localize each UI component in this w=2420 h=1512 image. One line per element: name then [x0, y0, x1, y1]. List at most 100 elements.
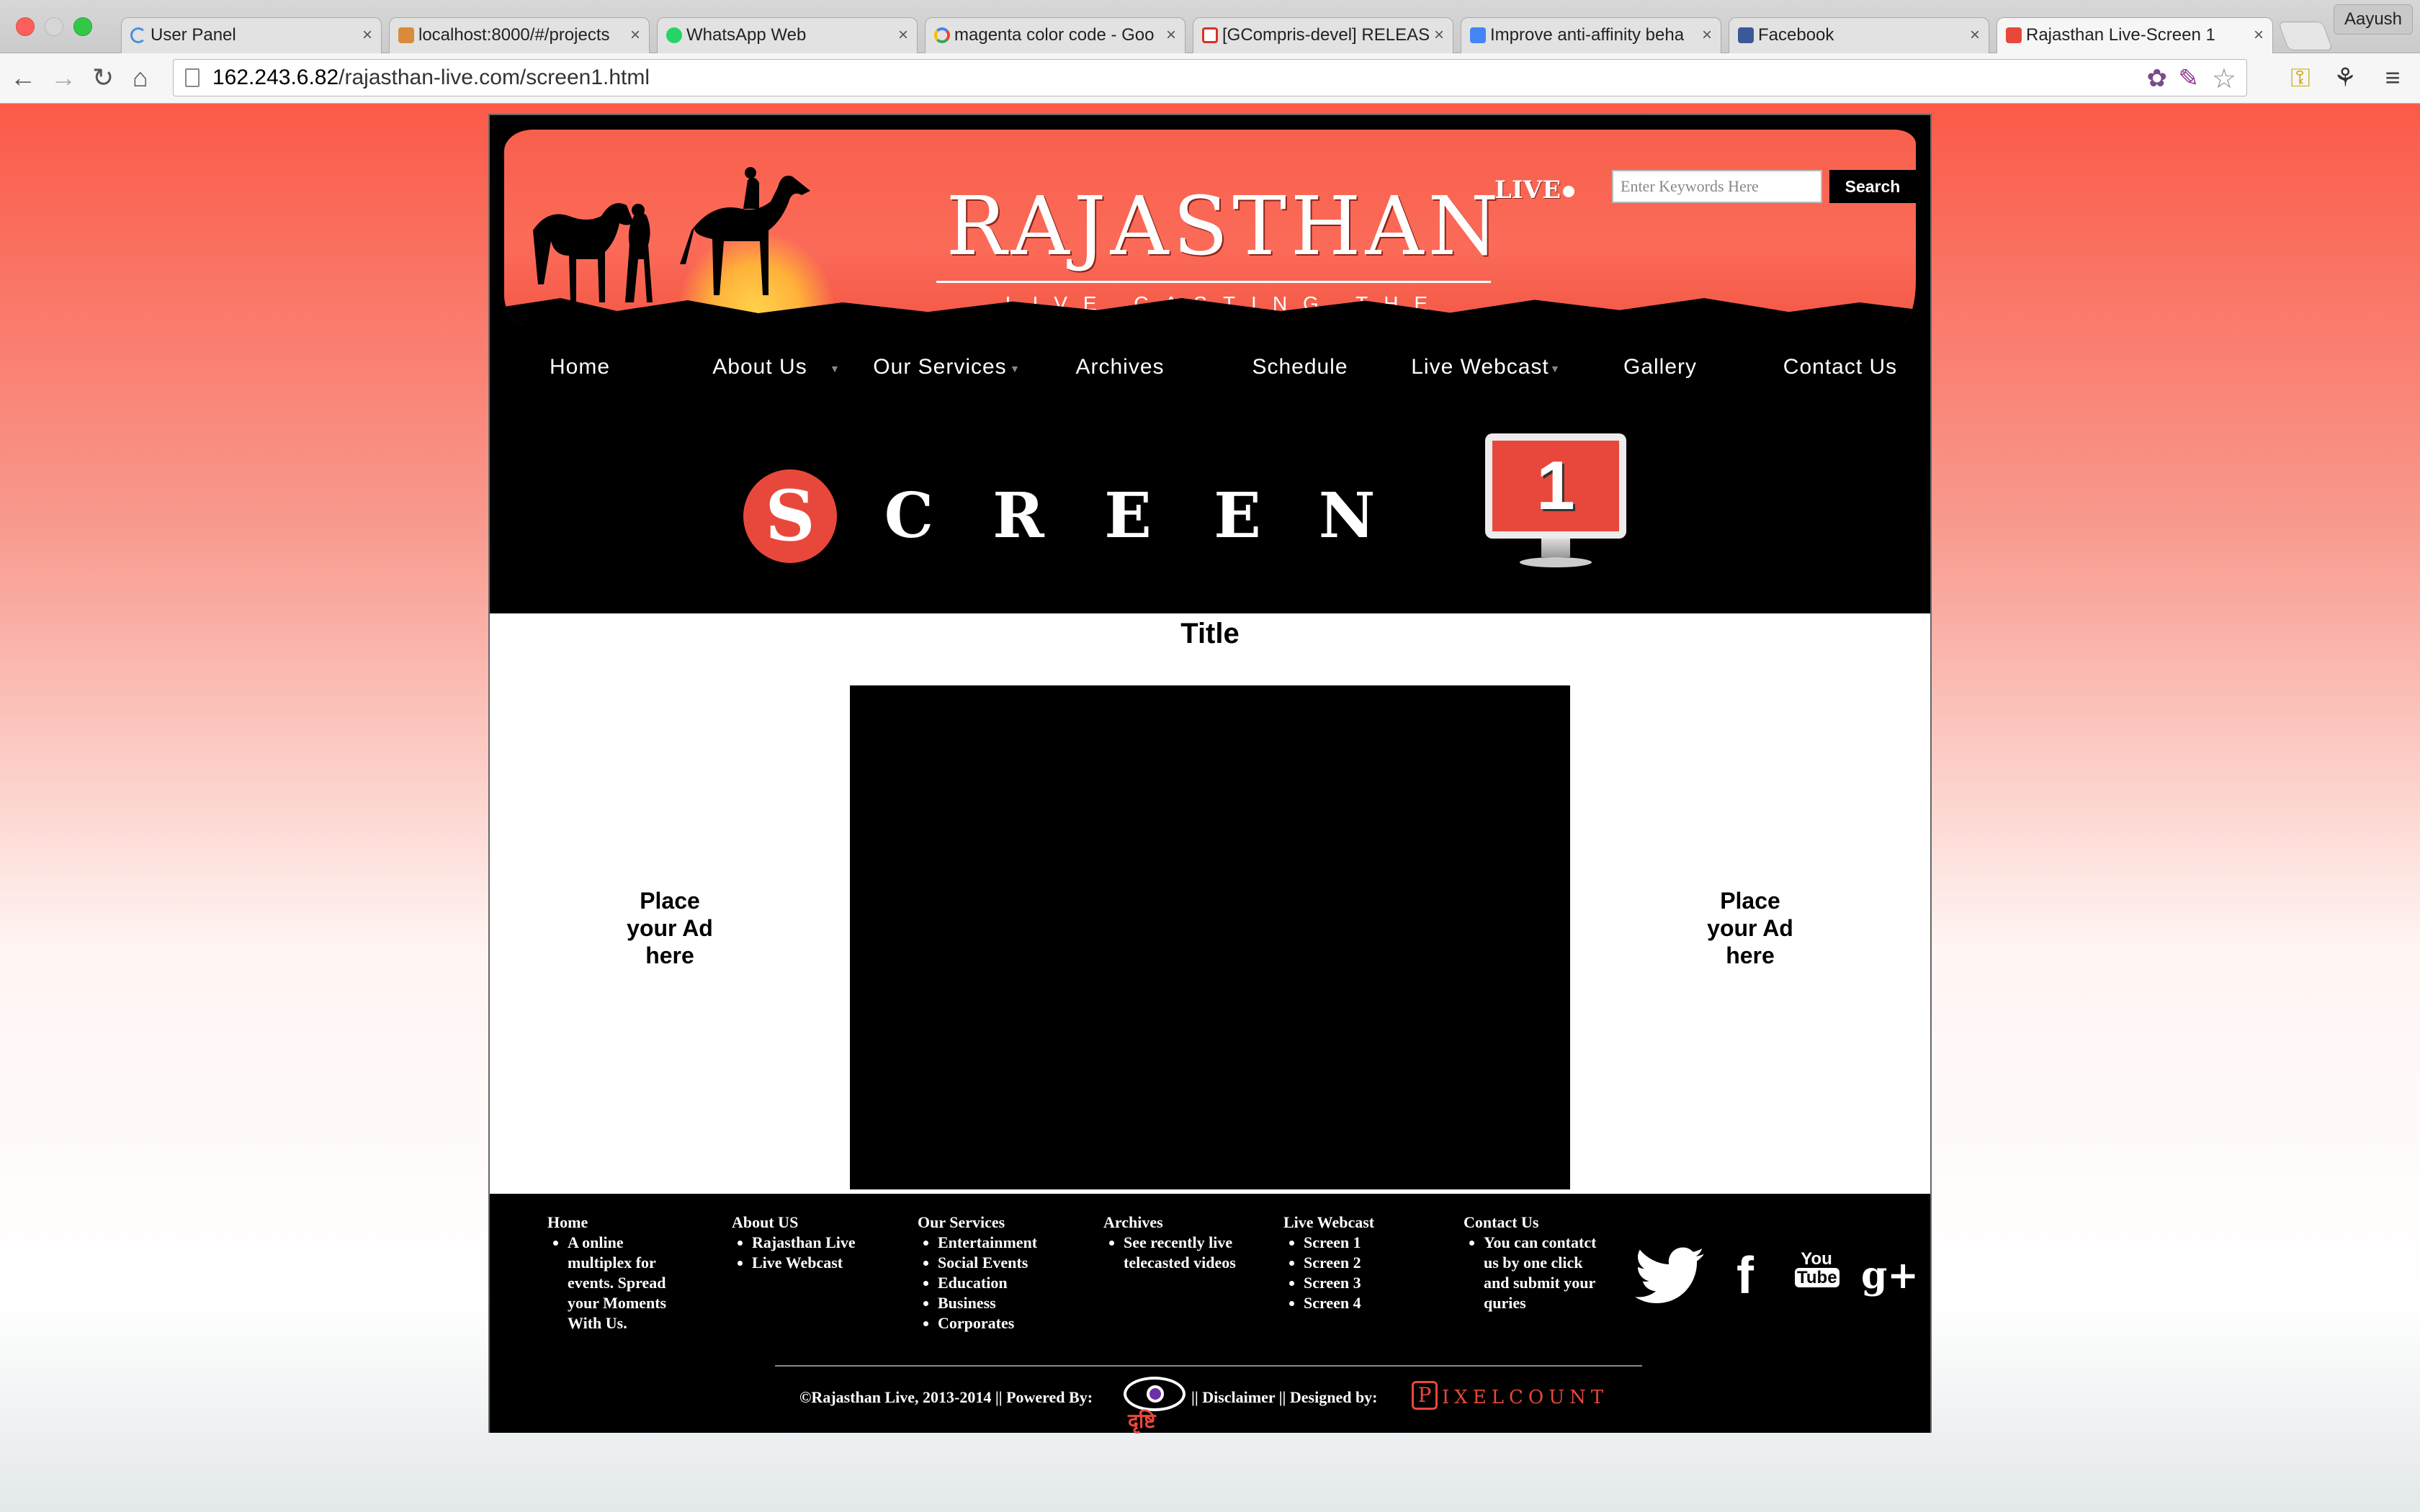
- screen-letter: R: [992, 480, 1044, 552]
- eye-icon: [1124, 1377, 1186, 1411]
- new-tab-button[interactable]: [2277, 22, 2334, 50]
- footer-link[interactable]: Corporates: [938, 1313, 1062, 1333]
- close-icon[interactable]: ×: [630, 18, 640, 53]
- url-path: /rajasthan-live.com/screen1.html: [339, 66, 650, 89]
- close-icon[interactable]: ×: [2254, 18, 2264, 53]
- footer-divider: [775, 1365, 1642, 1367]
- monitor-stand: [1541, 539, 1570, 557]
- footer-heading[interactable]: Our Services: [918, 1213, 1005, 1231]
- screen-letter: E: [1104, 480, 1152, 552]
- nav-live-webcast[interactable]: Live Webcast: [1390, 338, 1570, 396]
- nav-home[interactable]: Home: [490, 338, 670, 396]
- ad-slot-right[interactable]: Place your Ad here: [1700, 887, 1801, 969]
- nav-contact-us[interactable]: Contact Us: [1750, 338, 1930, 396]
- twitter-icon[interactable]: [1635, 1246, 1704, 1306]
- tab-google-search[interactable]: magenta color code - Goo ×: [925, 17, 1186, 53]
- footer-item: A online multiplex for events. Spread yo…: [568, 1233, 670, 1333]
- back-arrow-icon[interactable]: ←: [10, 62, 36, 94]
- close-icon[interactable]: ×: [1166, 18, 1176, 53]
- footer-heading[interactable]: Archives: [1103, 1213, 1163, 1231]
- youtube-icon[interactable]: You Tube: [1795, 1249, 1839, 1287]
- footer-col-webcast: Live Webcast Screen 1 Screen 2 Screen 3 …: [1283, 1212, 1428, 1313]
- search-input[interactable]: [1612, 170, 1822, 203]
- footer-heading[interactable]: About US: [732, 1213, 798, 1231]
- star-icon[interactable]: ☆: [2212, 63, 2236, 95]
- footer-link[interactable]: Business: [938, 1293, 1062, 1313]
- address-bar[interactable]: 162.243.6.82/rajasthan-live.com/screen1.…: [173, 59, 2247, 96]
- close-icon[interactable]: ×: [1434, 18, 1444, 53]
- footer-link[interactable]: Screen 1: [1304, 1233, 1428, 1253]
- tab-google-docs[interactable]: Improve anti-affinity beha ×: [1461, 17, 1721, 53]
- facebook-icon[interactable]: f: [1727, 1246, 1763, 1306]
- menu-icon[interactable]: ≡: [2378, 63, 2407, 92]
- youtube-you-label: You: [1801, 1249, 1832, 1269]
- chevron-down-icon: ▼: [830, 363, 840, 374]
- home-icon[interactable]: ⌂: [133, 62, 148, 94]
- profile-button[interactable]: Aayush: [2334, 4, 2413, 35]
- facebook-icon: [1738, 27, 1754, 43]
- tab-title: magenta color code - Goo: [954, 25, 1155, 45]
- tab-whatsapp[interactable]: WhatsApp Web ×: [657, 17, 918, 53]
- youtube-tube-label: Tube: [1795, 1268, 1839, 1287]
- footer-heading[interactable]: Live Webcast: [1283, 1213, 1374, 1231]
- footer-heading[interactable]: Contact Us: [1464, 1213, 1539, 1231]
- nav-about-us[interactable]: About Us: [670, 338, 850, 396]
- docs-icon: [1470, 27, 1486, 43]
- video-player[interactable]: [850, 685, 1570, 1189]
- url-text: 162.243.6.82/rajasthan-live.com/screen1.…: [212, 60, 650, 96]
- close-window-button[interactable]: [16, 17, 35, 36]
- reload-icon[interactable]: ↻: [92, 62, 114, 94]
- footer-col-archives: Archives See recently live telecasted vi…: [1103, 1212, 1240, 1273]
- search-button[interactable]: Search: [1829, 170, 1916, 203]
- nav-archives[interactable]: Archives: [1030, 338, 1210, 396]
- footer-item: See recently live telecasted videos: [1124, 1233, 1240, 1273]
- tab-localhost[interactable]: localhost:8000/#/projects ×: [389, 17, 650, 53]
- nav-schedule[interactable]: Schedule: [1210, 338, 1390, 396]
- nav-our-services[interactable]: Our Services: [850, 338, 1030, 396]
- extension-key-icon[interactable]: ⚿: [2286, 63, 2315, 92]
- forward-arrow-icon[interactable]: →: [50, 62, 76, 94]
- nav-gallery[interactable]: Gallery: [1570, 338, 1750, 396]
- tab-facebook[interactable]: Facebook ×: [1729, 17, 1989, 53]
- tab-title: WhatsApp Web: [686, 25, 807, 45]
- disclaimer-link[interactable]: || Disclaimer || Designed by:: [1191, 1387, 1378, 1408]
- close-icon[interactable]: ×: [1702, 18, 1712, 53]
- close-icon[interactable]: ×: [1970, 18, 1980, 53]
- drishti-logo[interactable]: दृष्टि: [1124, 1377, 1186, 1434]
- drishti-logo-text: दृष्टि: [1128, 1409, 1156, 1433]
- footer-link[interactable]: Screen 3: [1304, 1273, 1428, 1293]
- footer-col-about: About US Rajasthan Live Live Webcast: [732, 1212, 876, 1273]
- content-title: Title: [1180, 618, 1240, 649]
- tab-user-panel[interactable]: User Panel ×: [121, 17, 382, 53]
- screen-letter: E: [1214, 480, 1261, 552]
- rajasthan-icon: [2006, 27, 2022, 43]
- tab-gmail[interactable]: [GCompris-devel] RELEAS ×: [1193, 17, 1453, 53]
- extension-feather-icon[interactable]: ✎: [2179, 64, 2200, 93]
- screen-hero: S C R E E N 1: [490, 403, 1930, 612]
- main-content: Title Place your Ad here Place your Ad h…: [490, 613, 1930, 1194]
- footer-col-home: Home A online multiplex for events. Spre…: [547, 1212, 670, 1333]
- google-icon: [934, 27, 950, 43]
- close-icon[interactable]: ×: [898, 18, 908, 53]
- tab-strip: User Panel × localhost:8000/#/projects ×…: [0, 0, 2420, 54]
- tab-rajasthan-live[interactable]: Rajasthan Live-Screen 1 ×: [1996, 17, 2273, 54]
- footer-link[interactable]: Screen 2: [1304, 1253, 1428, 1273]
- gmail-icon: [1202, 27, 1218, 43]
- maximize-window-button[interactable]: [73, 17, 92, 36]
- footer-link[interactable]: Live Webcast: [752, 1253, 876, 1273]
- footer-heading[interactable]: Home: [547, 1213, 588, 1231]
- minimize-window-button[interactable]: [45, 17, 63, 36]
- ad-slot-left[interactable]: Place your Ad here: [619, 887, 720, 969]
- google-plus-icon[interactable]: g+: [1861, 1246, 1919, 1306]
- footer-link[interactable]: Rajasthan Live: [752, 1233, 876, 1253]
- screen-letter: C: [884, 480, 934, 552]
- tab-title: User Panel: [151, 25, 236, 45]
- extension-tree-icon[interactable]: ⚘: [2331, 63, 2360, 92]
- tab-title: [GCompris-devel] RELEAS: [1222, 25, 1430, 45]
- footer-link[interactable]: Screen 4: [1304, 1293, 1428, 1313]
- extension-thistle-icon[interactable]: ✿: [2147, 64, 2168, 93]
- footer-link[interactable]: Entertainment: [938, 1233, 1062, 1253]
- footer-link[interactable]: Education: [938, 1273, 1062, 1293]
- footer-link[interactable]: Social Events: [938, 1253, 1062, 1273]
- close-icon[interactable]: ×: [362, 18, 372, 53]
